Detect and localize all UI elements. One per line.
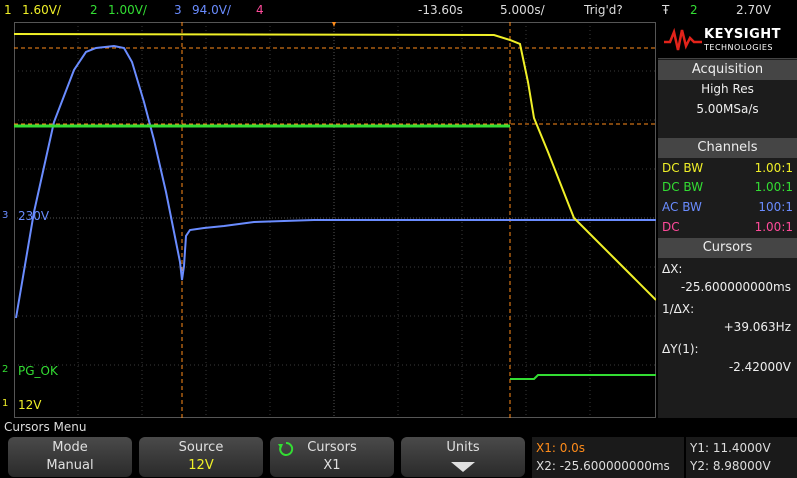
channel-4-probe: 1.00:1 [754, 220, 793, 234]
side-panel: KEYSIGHT TECHNOLOGIES Acquisition High R… [658, 22, 797, 418]
ch1-label: 12V [18, 398, 42, 412]
channel-row-1: DC BW 1.00:1 [662, 159, 793, 178]
mode-softkey-label: Mode [52, 440, 88, 455]
acquisition-rate: 5.00MSa/s [696, 102, 759, 116]
x1-readout: X1: 0.0s [536, 441, 586, 455]
units-softkey[interactable]: Units [401, 437, 525, 477]
trigger-status: Trig'd? [584, 3, 623, 17]
cursors-softkey-label: Cursors [307, 440, 357, 455]
ch1-scale[interactable]: 1.60V/ [22, 0, 61, 20]
cursor-y-readout: Y1: 11.4000V Y2: 8.98000V [686, 437, 797, 478]
source-softkey-label: Source [178, 440, 224, 455]
channel-4-coupling: DC [662, 220, 680, 234]
source-softkey-value: 12V [188, 458, 214, 473]
cursors-softkey-value: X1 [323, 458, 341, 473]
trigger-level[interactable]: 2.70V [736, 0, 771, 20]
trigger-channel[interactable]: 2 [690, 0, 698, 20]
delta-x-label: ΔX: [662, 262, 683, 276]
channel-1-probe: 1.00:1 [754, 161, 793, 175]
keysight-logo: KEYSIGHT TECHNOLOGIES [658, 22, 797, 59]
ch1-number[interactable]: 1 [4, 0, 12, 20]
source-softkey[interactable]: Source 12V [139, 437, 263, 477]
submenu-arrow-icon [451, 462, 475, 472]
mode-softkey-value: Manual [46, 458, 94, 473]
trigger-position-marker [332, 22, 336, 27]
delta-y-value: -2.42000V [728, 360, 791, 374]
ch1-waveform [14, 33, 656, 301]
ch2-waveform [14, 124, 656, 380]
channel-row-3: AC BW 100:1 [662, 198, 793, 217]
inverse-delta-x-value: +39.063Hz [723, 320, 791, 334]
status-bar: 1 1.60V/ 2 1.00V/ 3 94.0V/ 4 -13.60s 5.0… [0, 0, 797, 20]
acquisition-title: Acquisition [658, 60, 797, 80]
ch1-ground-marker[interactable]: 1 [2, 398, 8, 409]
menu-title: Cursors Menu [0, 418, 797, 436]
channel-row-4: DC 1.00:1 [662, 218, 793, 237]
delta-x-value: -25.600000000ms [680, 280, 791, 294]
units-softkey-label: Units [446, 440, 480, 455]
time-offset[interactable]: -13.60s [418, 0, 463, 20]
ch2-ground-marker[interactable]: 2 [2, 364, 8, 375]
trigger-edge-icon: Ŧ [662, 3, 670, 17]
delta-y-label: ΔY(1): [662, 342, 699, 356]
y1-readout: Y1: 11.4000V [690, 441, 771, 455]
ch4-number[interactable]: 4 [256, 0, 264, 20]
acquisition-mode: High Res [701, 82, 754, 96]
cursors-title: Cursors [658, 238, 797, 258]
cursors-softkey[interactable]: Cursors X1 [270, 437, 394, 477]
channel-row-2: DC BW 1.00:1 [662, 178, 793, 197]
waveform-display[interactable]: 3 230V 2 PG_OK 1 12V [2, 22, 656, 418]
channel-3-probe: 100:1 [758, 200, 793, 214]
x2-readout: X2: -25.600000000ms [536, 459, 670, 473]
channels-title: Channels [658, 138, 797, 158]
y2-readout: Y2: 8.98000V [690, 459, 771, 473]
ch2-scale[interactable]: 1.00V/ [108, 0, 147, 20]
logo-name: KEYSIGHT [704, 27, 781, 42]
ch3-ground-marker[interactable]: 3 [2, 210, 12, 222]
channel-2-probe: 1.00:1 [754, 180, 793, 194]
graticule-svg [14, 22, 656, 418]
inverse-delta-x-label: 1/ΔX: [662, 302, 695, 316]
mode-softkey[interactable]: Mode Manual [8, 437, 132, 477]
channel-2-coupling: DC BW [662, 180, 704, 194]
ch2-label: PG_OK [18, 364, 58, 378]
ch3-scale[interactable]: 94.0V/ [192, 0, 231, 20]
channel-3-coupling: AC BW [662, 200, 702, 214]
logo-subtitle: TECHNOLOGIES [704, 43, 773, 52]
keysight-wave-icon [664, 28, 702, 51]
cursor-x-readout: X1: 0.0s X2: -25.600000000ms [532, 437, 684, 478]
ch3-label: 230V [18, 209, 50, 223]
ch2-number[interactable]: 2 [90, 0, 98, 20]
timebase[interactable]: 5.000s/ [500, 0, 545, 20]
channel-1-coupling: DC BW [662, 161, 704, 175]
ch3-number[interactable]: 3 [174, 0, 182, 20]
